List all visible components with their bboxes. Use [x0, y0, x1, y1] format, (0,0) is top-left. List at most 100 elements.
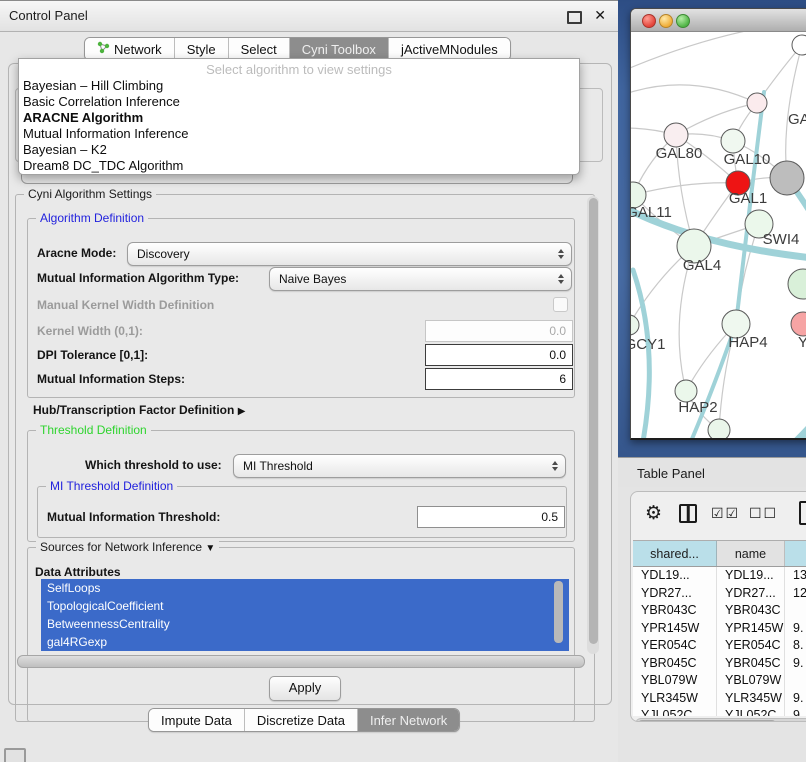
- table-row[interactable]: YBL079WYBL079W: [633, 672, 806, 690]
- screen: Control Panel ✕ NetworkStyleSelectCyni T…: [0, 0, 806, 762]
- network-node-gcy1[interactable]: [631, 315, 639, 335]
- which-threshold-combobox[interactable]: MI Threshold: [233, 454, 566, 478]
- network-node[interactable]: [788, 269, 806, 299]
- node-label: HAP4: [728, 334, 767, 351]
- network-node[interactable]: [792, 35, 806, 55]
- column-header-shared...[interactable]: shared...: [633, 541, 717, 566]
- table-horizontal-scrollbar[interactable]: [635, 718, 806, 722]
- column-header-clipped[interactable]: [785, 541, 806, 566]
- aracne-mode-label: Aracne Mode:: [37, 246, 116, 260]
- minimize-traffic-light-icon[interactable]: [659, 14, 673, 28]
- tab-infer-network[interactable]: Infer Network: [357, 709, 459, 731]
- tab-impute-data[interactable]: Impute Data: [149, 709, 244, 731]
- column-header-name[interactable]: name: [717, 541, 785, 566]
- network-edge[interactable]: [631, 85, 757, 103]
- sources-title: Sources for Network Inference: [40, 540, 202, 554]
- cyni-algorithm-settings-title: Cyni Algorithm Settings: [24, 187, 156, 201]
- tab-select[interactable]: Select: [228, 38, 289, 60]
- algorithm-popup: Select algorithm to view settings Bayesi…: [18, 58, 580, 175]
- kernel-width-label: Kernel Width (0,1):: [37, 324, 143, 338]
- table-cell: YDR27...: [633, 585, 717, 603]
- deselect-all-checkboxes-icon[interactable]: ☐☐: [749, 505, 778, 522]
- tab-network[interactable]: Network: [85, 38, 174, 60]
- node-label: GAL4: [683, 257, 721, 274]
- aracne-mode-combobox[interactable]: Discovery: [127, 242, 572, 266]
- network-node[interactable]: [770, 161, 804, 195]
- network-view-window[interactable]: GALGAL80GAL10GAL1GAL11SWI4GAL4GCY1HAP4YH…: [630, 8, 806, 440]
- dpi-tolerance-field[interactable]: 0.0: [425, 344, 573, 366]
- control-panel-title: Control Panel: [9, 8, 88, 23]
- spinner-arrows-icon: [558, 249, 564, 259]
- table-scrollbar-thumb[interactable]: [638, 720, 776, 722]
- export-table-icon[interactable]: [799, 501, 806, 525]
- network-node-y[interactable]: [791, 312, 806, 336]
- horizontal-scrollbar[interactable]: [17, 655, 585, 668]
- table-row[interactable]: YLR345WYLR345W9.: [633, 690, 806, 708]
- gear-icon[interactable]: ⚙: [645, 502, 662, 525]
- vertical-scrollbar-thumb[interactable]: [589, 198, 598, 644]
- table-row[interactable]: YBR043CYBR043C: [633, 602, 806, 620]
- table-row[interactable]: YPR145WYPR145W9.: [633, 620, 806, 638]
- algorithm-option[interactable]: ARACNE Algorithm: [19, 110, 579, 126]
- network-node-gal80[interactable]: [664, 123, 688, 147]
- data-attributes-scrollbar[interactable]: [554, 581, 563, 643]
- mi-algorithm-type-combobox[interactable]: Naive Bayes: [269, 267, 572, 291]
- network-edge[interactable]: [759, 422, 806, 438]
- mi-threshold-field[interactable]: 0.5: [417, 506, 565, 528]
- select-all-checkboxes-icon[interactable]: ☑☑: [711, 505, 740, 522]
- columns-icon[interactable]: [679, 504, 697, 523]
- minimized-panel-icon[interactable]: [4, 748, 26, 762]
- tab-style[interactable]: Style: [174, 38, 228, 60]
- data-attribute-item[interactable]: BetweennessCentrality: [41, 615, 569, 633]
- network-edge[interactable]: [631, 32, 771, 70]
- table-row[interactable]: YDR27...YDR27...12: [633, 585, 806, 603]
- node-label: Y: [798, 334, 806, 351]
- manual-kernel-width-checkbox[interactable]: [553, 297, 568, 312]
- apply-button[interactable]: Apply: [269, 676, 341, 701]
- network-node-gal[interactable]: [747, 93, 767, 113]
- algorithm-option[interactable]: Bayesian – Hill Climbing: [19, 78, 579, 94]
- mi-steps-field[interactable]: 6: [425, 368, 573, 390]
- table-row[interactable]: YBR045CYBR045C9.: [633, 655, 806, 673]
- table-cell: [785, 672, 806, 690]
- network-canvas[interactable]: GALGAL80GAL10GAL1GAL11SWI4GAL4GCY1HAP4YH…: [631, 32, 806, 438]
- tab-label: Impute Data: [161, 713, 232, 728]
- vertical-scrollbar[interactable]: [587, 196, 599, 654]
- tab-cyni-toolbox[interactable]: Cyni Toolbox: [289, 38, 388, 60]
- table-row[interactable]: YER054CYER054C8.: [633, 637, 806, 655]
- aracne-mode-value: Discovery: [137, 247, 190, 261]
- algorithm-popup-header: Select algorithm to view settings: [19, 59, 579, 78]
- network-node[interactable]: [708, 419, 730, 438]
- network-node-gal10[interactable]: [721, 129, 745, 153]
- table-cell: 12: [785, 585, 806, 603]
- data-attribute-item[interactable]: gal4RGexp: [41, 633, 569, 651]
- algorithm-option[interactable]: Dream8 DC_TDC Algorithm: [19, 158, 579, 174]
- network-icon: [97, 41, 110, 57]
- tab-jactivemnodules[interactable]: jActiveMNodules: [388, 38, 510, 60]
- table-cell: YBR045C: [717, 655, 785, 673]
- sources-title-row[interactable]: Sources for Network Inference ▼: [36, 540, 219, 554]
- close-icon[interactable]: ✕: [594, 7, 606, 24]
- data-attribute-item[interactable]: TopologicalCoefficient: [41, 597, 569, 615]
- hub-definition-toggle[interactable]: Hub/Transcription Factor Definition ▶: [33, 403, 245, 417]
- close-traffic-light-icon[interactable]: [642, 14, 656, 28]
- kernel-width-field[interactable]: 0.0: [425, 320, 573, 342]
- data-attribute-item[interactable]: SelfLoops: [41, 579, 569, 597]
- tab-discretize-data[interactable]: Discretize Data: [244, 709, 357, 731]
- manual-kernel-width-label: Manual Kernel Width Definition: [37, 298, 214, 312]
- float-window-icon[interactable]: [567, 11, 582, 24]
- table-cell: 9.: [785, 690, 806, 708]
- table-row[interactable]: YDL19...YDL19...13: [633, 567, 806, 585]
- table-row[interactable]: YJL052CYJL052C9: [633, 707, 806, 716]
- algorithm-option[interactable]: Mutual Information Inference: [19, 126, 579, 142]
- network-edge[interactable]: [633, 183, 738, 195]
- algorithm-option[interactable]: Basic Correlation Inference: [19, 94, 579, 110]
- spinner-arrows-icon: [552, 461, 558, 471]
- algorithm-popup-items: Bayesian – Hill ClimbingBasic Correlatio…: [19, 78, 579, 174]
- control-panel: Control Panel ✕ NetworkStyleSelectCyni T…: [0, 0, 618, 762]
- network-edge[interactable]: [633, 270, 649, 438]
- network-window-titlebar[interactable]: [631, 9, 806, 32]
- data-attributes-list[interactable]: SelfLoopsTopologicalCoefficientBetweenne…: [41, 579, 569, 651]
- algorithm-option[interactable]: Bayesian – K2: [19, 142, 579, 158]
- zoom-traffic-light-icon[interactable]: [676, 14, 690, 28]
